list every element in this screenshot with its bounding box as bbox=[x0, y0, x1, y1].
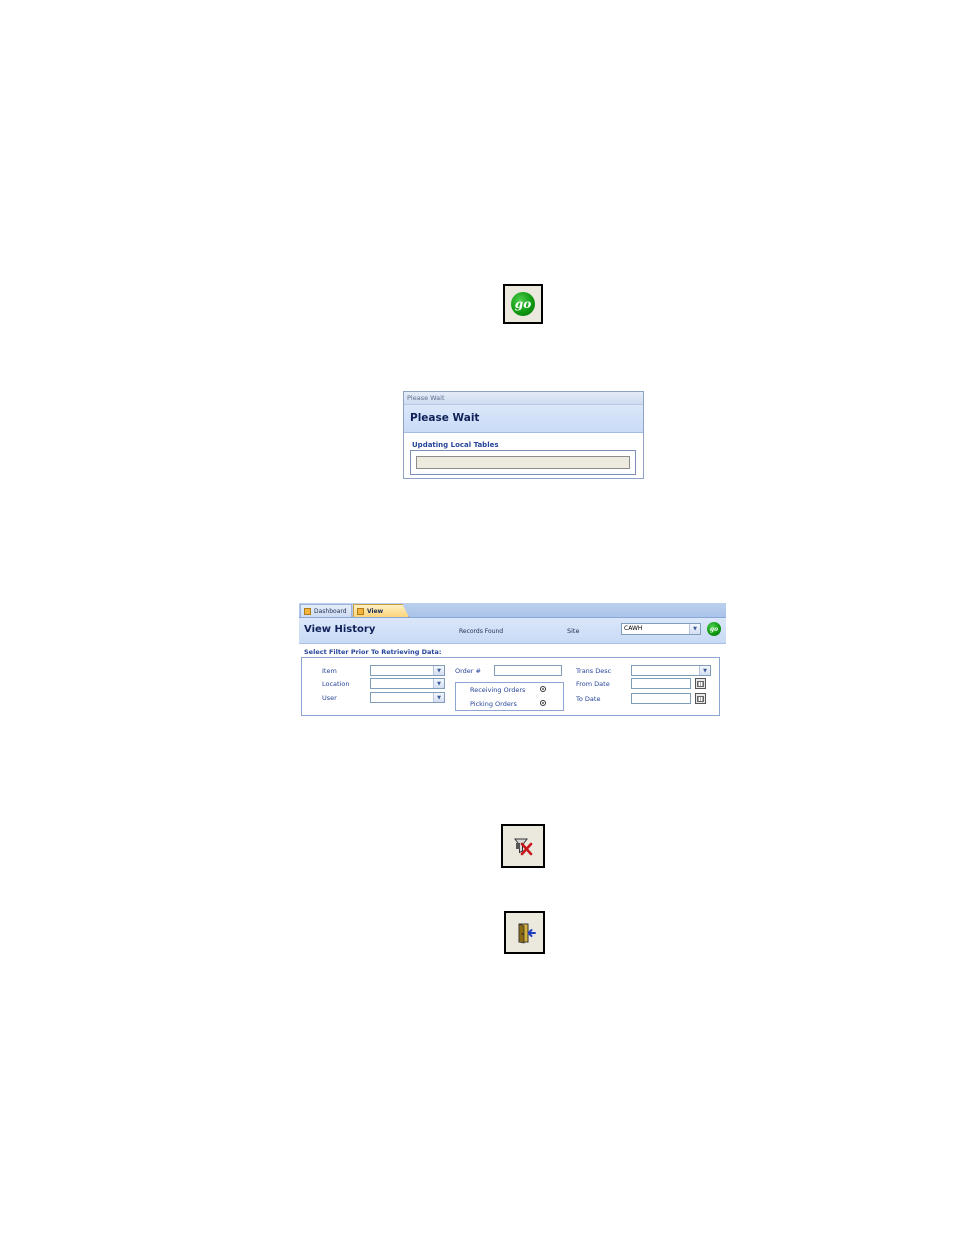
to-date-label: To Date bbox=[576, 695, 601, 703]
tab-dashboard[interactable]: Dashboard bbox=[300, 604, 352, 617]
chevron-down-icon[interactable]: ▼ bbox=[689, 624, 700, 634]
dialog-header: Please Wait bbox=[404, 405, 643, 433]
records-found-label: Records Found bbox=[459, 628, 504, 635]
tab-strip: Dashboard View History bbox=[299, 603, 726, 618]
picking-orders-radio[interactable] bbox=[540, 700, 546, 706]
chevron-down-icon[interactable]: ▼ bbox=[433, 693, 444, 702]
clear-filter-icon bbox=[514, 838, 533, 856]
item-label: Item bbox=[322, 667, 337, 675]
order-number-label: Order # bbox=[455, 667, 481, 675]
receiving-orders-label: Receiving Orders bbox=[470, 686, 526, 694]
tab-label: Dashboard bbox=[314, 608, 347, 615]
chevron-down-icon[interactable]: ▼ bbox=[433, 679, 444, 688]
form-icon bbox=[304, 608, 311, 615]
location-select[interactable]: ▼ bbox=[370, 678, 445, 689]
status-label: Updating Local Tables bbox=[412, 441, 499, 449]
to-date-input[interactable] bbox=[631, 693, 691, 704]
calendar-icon[interactable] bbox=[695, 693, 706, 704]
filter-prompt: Select Filter Prior To Retrieving Data: bbox=[304, 648, 442, 656]
progress-bar bbox=[416, 456, 630, 469]
clear-filter-button[interactable] bbox=[501, 824, 545, 868]
user-label: User bbox=[322, 694, 337, 702]
form-icon bbox=[357, 608, 364, 615]
chevron-down-icon[interactable]: ▼ bbox=[699, 666, 710, 675]
trans-desc-label: Trans Desc bbox=[576, 667, 612, 675]
dialog-titlebar: Please Wait bbox=[404, 392, 643, 405]
site-value: CAWH bbox=[624, 625, 643, 632]
exit-button[interactable] bbox=[504, 911, 545, 954]
filter-box: Item ▼ Location ▼ User ▼ Order # Receivi… bbox=[301, 657, 720, 716]
go-button[interactable]: go bbox=[503, 284, 543, 324]
chevron-down-icon[interactable]: ▼ bbox=[433, 666, 444, 675]
exit-door-icon bbox=[518, 922, 536, 943]
location-label: Location bbox=[322, 680, 350, 688]
from-date-input[interactable] bbox=[631, 678, 691, 689]
progress-frame bbox=[410, 450, 636, 475]
site-select[interactable]: CAWH ▼ bbox=[621, 623, 701, 635]
receiving-orders-radio[interactable] bbox=[540, 686, 546, 692]
form-header: View History Records Found Site CAWH ▼ g… bbox=[299, 618, 726, 644]
from-date-label: From Date bbox=[576, 680, 610, 688]
go-icon: go bbox=[511, 292, 535, 316]
please-wait-dialog: Please Wait Please Wait Updating Local T… bbox=[403, 391, 644, 479]
order-number-input[interactable] bbox=[494, 665, 562, 676]
item-select[interactable]: ▼ bbox=[370, 665, 445, 676]
order-type-group: Receiving Orders Picking Orders bbox=[455, 682, 564, 711]
site-label: Site bbox=[567, 627, 580, 635]
calendar-icon[interactable] bbox=[695, 678, 706, 689]
page-title: View History bbox=[304, 624, 376, 635]
view-history-panel: Dashboard View History View History Reco… bbox=[299, 603, 726, 718]
picking-orders-label: Picking Orders bbox=[470, 700, 517, 708]
go-icon[interactable]: go bbox=[707, 622, 721, 636]
tab-view-history[interactable]: View History bbox=[353, 604, 409, 617]
user-select[interactable]: ▼ bbox=[370, 692, 445, 703]
trans-desc-select[interactable]: ▼ bbox=[631, 665, 711, 676]
